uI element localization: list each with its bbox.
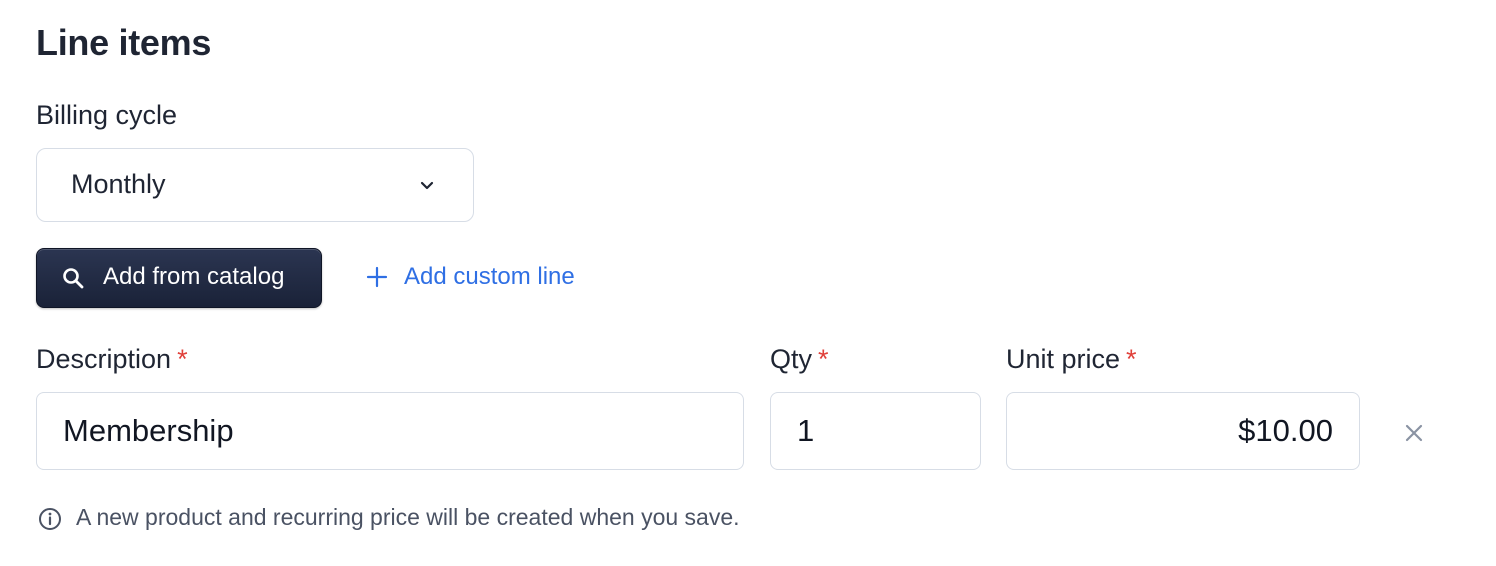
add-from-catalog-label: Add from catalog	[103, 263, 285, 290]
description-label-text: Description	[36, 344, 172, 374]
add-from-catalog-button[interactable]: Add from catalog	[36, 248, 322, 308]
section-title: Line items	[36, 22, 212, 63]
chevron-down-icon	[420, 181, 434, 190]
required-marker: *	[818, 344, 829, 374]
billing-cycle-label: Billing cycle	[36, 100, 178, 130]
qty-label-text: Qty	[770, 344, 813, 374]
unit-price-label: Unit price *	[1006, 344, 1137, 375]
qty-input[interactable]	[770, 392, 981, 470]
line-items-section: Line items Billing cycle Monthly Add fro…	[0, 0, 1496, 566]
unit-price-label-text: Unit price	[1006, 344, 1121, 374]
plus-icon	[366, 266, 388, 288]
required-marker: *	[177, 344, 188, 374]
close-icon[interactable]	[1402, 421, 1426, 445]
add-custom-line-label: Add custom line	[404, 263, 575, 290]
description-label: Description *	[36, 344, 188, 375]
required-marker: *	[1126, 344, 1137, 374]
description-input[interactable]	[36, 392, 744, 470]
billing-cycle-value: Monthly	[71, 169, 166, 199]
qty-label: Qty *	[770, 344, 829, 375]
info-icon	[39, 508, 61, 530]
info-note-text: A new product and recurring price will b…	[76, 504, 740, 530]
search-icon	[63, 268, 84, 289]
unit-price-input[interactable]	[1006, 392, 1360, 470]
billing-cycle-select[interactable]: Monthly	[36, 148, 474, 222]
